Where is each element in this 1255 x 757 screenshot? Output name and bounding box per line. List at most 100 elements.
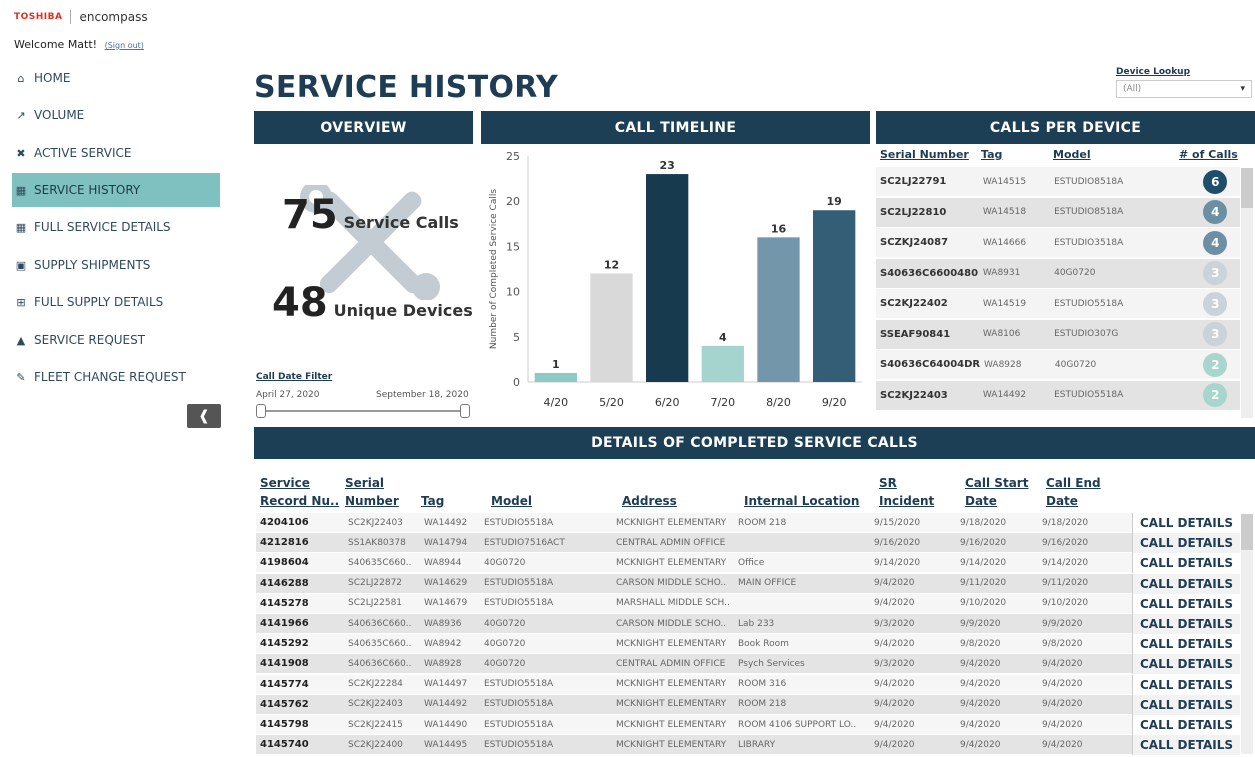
tag-cell: WA14629 [424, 578, 468, 589]
call-start-date-cell: 9/8/2020 [960, 638, 1001, 649]
sidebar-item-service-request[interactable]: ▲ SERVICE REQUEST [12, 323, 220, 357]
sidebar-item-home[interactable]: ⌂ HOME [12, 61, 220, 95]
call-details-button[interactable]: CALL DETAILS [1132, 593, 1240, 614]
call-details-button[interactable]: CALL DETAILS [1132, 553, 1240, 574]
col-header-serial-number[interactable]: Serial Number [880, 148, 969, 161]
call-end-date-cell: 9/4/2020 [1042, 699, 1083, 710]
table-row[interactable]: 4145798 SC2KJ22415 WA14490 ESTUDIO5518A MCKN… [256, 715, 1132, 735]
date-slider-start-handle[interactable] [256, 404, 266, 418]
call-details-button[interactable]: CALL DETAILS [1132, 634, 1240, 655]
calls-cell: 6 [1191, 169, 1240, 194]
calls-count-bubble: 4 [1203, 230, 1228, 255]
device-row[interactable]: SC2KJ22403 WA14492 ESTUDIO5518A 2 [876, 380, 1240, 411]
device-row[interactable]: SSEAF90841 WA8106 ESTUDIO307G 3 [876, 319, 1240, 350]
table-row[interactable]: 4145278 SC2LJ22581 WA14679 ESTUDIO5518A MARS… [256, 593, 1132, 614]
col-header-call-end-date[interactable]: Call End Date [1046, 474, 1106, 510]
device-row[interactable]: SCZKJ24087 WA14666 ESTUDIO3518A 4 [876, 228, 1240, 258]
serial-number-cell: SC2KJ22403 [880, 389, 948, 401]
table-row[interactable]: 4146288 SC2LJ22872 WA14629 ESTUDIO5518A CARS… [256, 573, 1132, 594]
bar-8-20 [757, 237, 800, 382]
sr-incident-date-cell: 9/4/2020 [874, 598, 915, 609]
call-end-date-cell: 9/14/2020 [1042, 557, 1089, 568]
table-row[interactable]: 4204106 SC2KJ22403 WA14492 ESTUDIO5518A MCKN… [256, 513, 1132, 533]
internal-location-cell: LIBRARY [738, 739, 776, 750]
table-row[interactable]: 4145762 SC2KJ22403 WA14492 ESTUDIO5518A MCKN… [256, 694, 1132, 715]
sidebar-item-full-supply-details[interactable]: ⊞ FULL SUPPLY DETAILS [12, 285, 220, 319]
model-cell: ESTUDIO5518A [1054, 298, 1124, 309]
device-row[interactable]: SC2LJ22810 WA14518 ESTUDIO8518A 4 [876, 197, 1240, 228]
sidebar-item-volume[interactable]: ↗ VOLUME [12, 98, 220, 132]
date-filter-end: September 18, 2020 [376, 390, 469, 400]
col-header-call-start-date[interactable]: Call Start Date [965, 474, 1031, 510]
call-details-button[interactable]: CALL DETAILS [1132, 674, 1240, 695]
model-cell: 40G0720 [484, 638, 526, 649]
call-details-button[interactable]: CALL DETAILS [1132, 694, 1240, 715]
sidebar-item-full-service-details[interactable]: ▦ FULL SERVICE DETAILS [12, 210, 220, 244]
call-details-button[interactable]: CALL DETAILS [1132, 715, 1240, 735]
call-details-button[interactable]: CALL DETAILS [1132, 533, 1240, 554]
home-icon: ⌂ [17, 71, 25, 85]
calls-cell: 2 [1191, 383, 1240, 407]
call-details-button[interactable]: CALL DETAILS [1132, 735, 1240, 756]
date-range-slider[interactable] [260, 410, 466, 412]
table-row[interactable]: 4145740 SC2KJ22400 WA14495 ESTUDIO5518A MCKN… [256, 735, 1132, 756]
address-cell: MCKNIGHT ELEMENTARY [616, 739, 727, 750]
calls-per-device-scrollbar[interactable] [1241, 168, 1253, 418]
call-details-button[interactable]: CALL DETAILS [1132, 614, 1240, 634]
table-row[interactable]: 4141908 S40636C660.. WA8928 40G0720 CENTRAL … [256, 654, 1132, 675]
device-row[interactable]: SC2KJ22402 WA14519 ESTUDIO5518A 3 [876, 289, 1240, 319]
tag-cell: WA14518 [982, 207, 1027, 217]
device-row[interactable]: S40636C64004DR WA8928 40G0720 2 [876, 350, 1240, 380]
truck-icon: ▣ [15, 258, 27, 272]
table-row[interactable]: 4141966 S40636C660.. WA8936 40G0720 CARSON M… [256, 614, 1132, 634]
col-header-model[interactable]: Model [1053, 148, 1091, 161]
col-header-service-record[interactable]: Service Record Nu.. [260, 474, 344, 510]
internal-location-cell: Office [738, 557, 765, 568]
device-row[interactable]: S40636C6600480 WA8931 40G0720 3 [876, 258, 1240, 289]
service-record-cell: 4145740 [260, 739, 309, 751]
call-start-date-cell: 9/14/2020 [960, 557, 1007, 568]
internal-location-cell: ROOM 218 [738, 517, 787, 528]
device-lookup-select[interactable]: (All) ▾ [1116, 80, 1252, 98]
sidebar-item-service-history[interactable]: ▦ SERVICE HISTORY [12, 173, 220, 207]
sr-incident-date-cell: 9/16/2020 [874, 537, 921, 548]
tag-cell: WA14492 [424, 699, 468, 710]
call-start-date-cell: 9/10/2020 [960, 598, 1007, 609]
sidebar-item-active-service[interactable]: ✖ ACTIVE SERVICE [12, 136, 220, 170]
col-header-address[interactable]: Address [622, 492, 677, 510]
service-record-cell: 4198604 [260, 557, 309, 569]
date-slider-end-handle[interactable] [460, 404, 470, 418]
bar-value-label: 19 [827, 195, 842, 208]
x-tick-label: 7/20 [710, 396, 735, 409]
call-details-button[interactable]: CALL DETAILS [1132, 573, 1240, 594]
scrollbar-thumb[interactable] [1241, 168, 1253, 208]
address-cell: MARSHALL MIDDLE SCH.. [616, 598, 730, 609]
call-details-button[interactable]: CALL DETAILS [1132, 513, 1240, 533]
details-scrollbar[interactable] [1241, 514, 1253, 754]
call-details-button[interactable]: CALL DETAILS [1132, 654, 1240, 675]
signout-link[interactable]: (Sign out) [105, 41, 144, 50]
welcome-text: Welcome Matt! [14, 38, 98, 51]
col-header-num-calls[interactable]: # of Calls [1179, 148, 1238, 161]
col-header-tag[interactable]: Tag [421, 492, 444, 510]
table-row[interactable]: 4145292 S40635C660.. WA8942 40G0720 MCKNIGHT… [256, 634, 1132, 655]
calls-count-bubble: 2 [1203, 352, 1228, 377]
sidebar-item-fleet-change-request[interactable]: ✎ FLEET CHANGE REQUEST [12, 360, 220, 394]
calls-cell: 3 [1191, 291, 1240, 316]
table-row[interactable]: 4145774 SC2KJ22284 WA14497 ESTUDIO5518A MCKN… [256, 674, 1132, 695]
col-header-tag[interactable]: Tag [981, 148, 1002, 161]
address-cell: CENTRAL ADMIN OFFICE [616, 537, 726, 548]
col-header-serial-number[interactable]: Serial Number [345, 474, 405, 510]
scrollbar-thumb[interactable] [1241, 514, 1253, 550]
device-row[interactable]: SC2LJ22791 WA14515 ESTUDIO8518A 6 [876, 167, 1240, 197]
col-header-model[interactable]: Model [491, 492, 532, 510]
tag-cell: WA8931 [982, 268, 1021, 278]
bar-9-20 [813, 210, 856, 382]
table-row[interactable]: 4198604 S40635C660.. WA8944 40G0720 MCKNIGHT… [256, 553, 1132, 574]
sidebar-item-supply-shipments[interactable]: ▣ SUPPLY SHIPMENTS [12, 248, 220, 282]
table-row[interactable]: 4212816 SS1AK80378 WA14794 ESTUDIO7516ACT CE… [256, 533, 1132, 554]
serial-number-cell: S40636C660.. [348, 658, 412, 669]
collapse-sidebar-button[interactable]: ❰ [187, 404, 221, 428]
col-header-internal-location[interactable]: Internal Location [744, 492, 859, 510]
serial-number-cell: SC2KJ22403 [348, 699, 403, 710]
